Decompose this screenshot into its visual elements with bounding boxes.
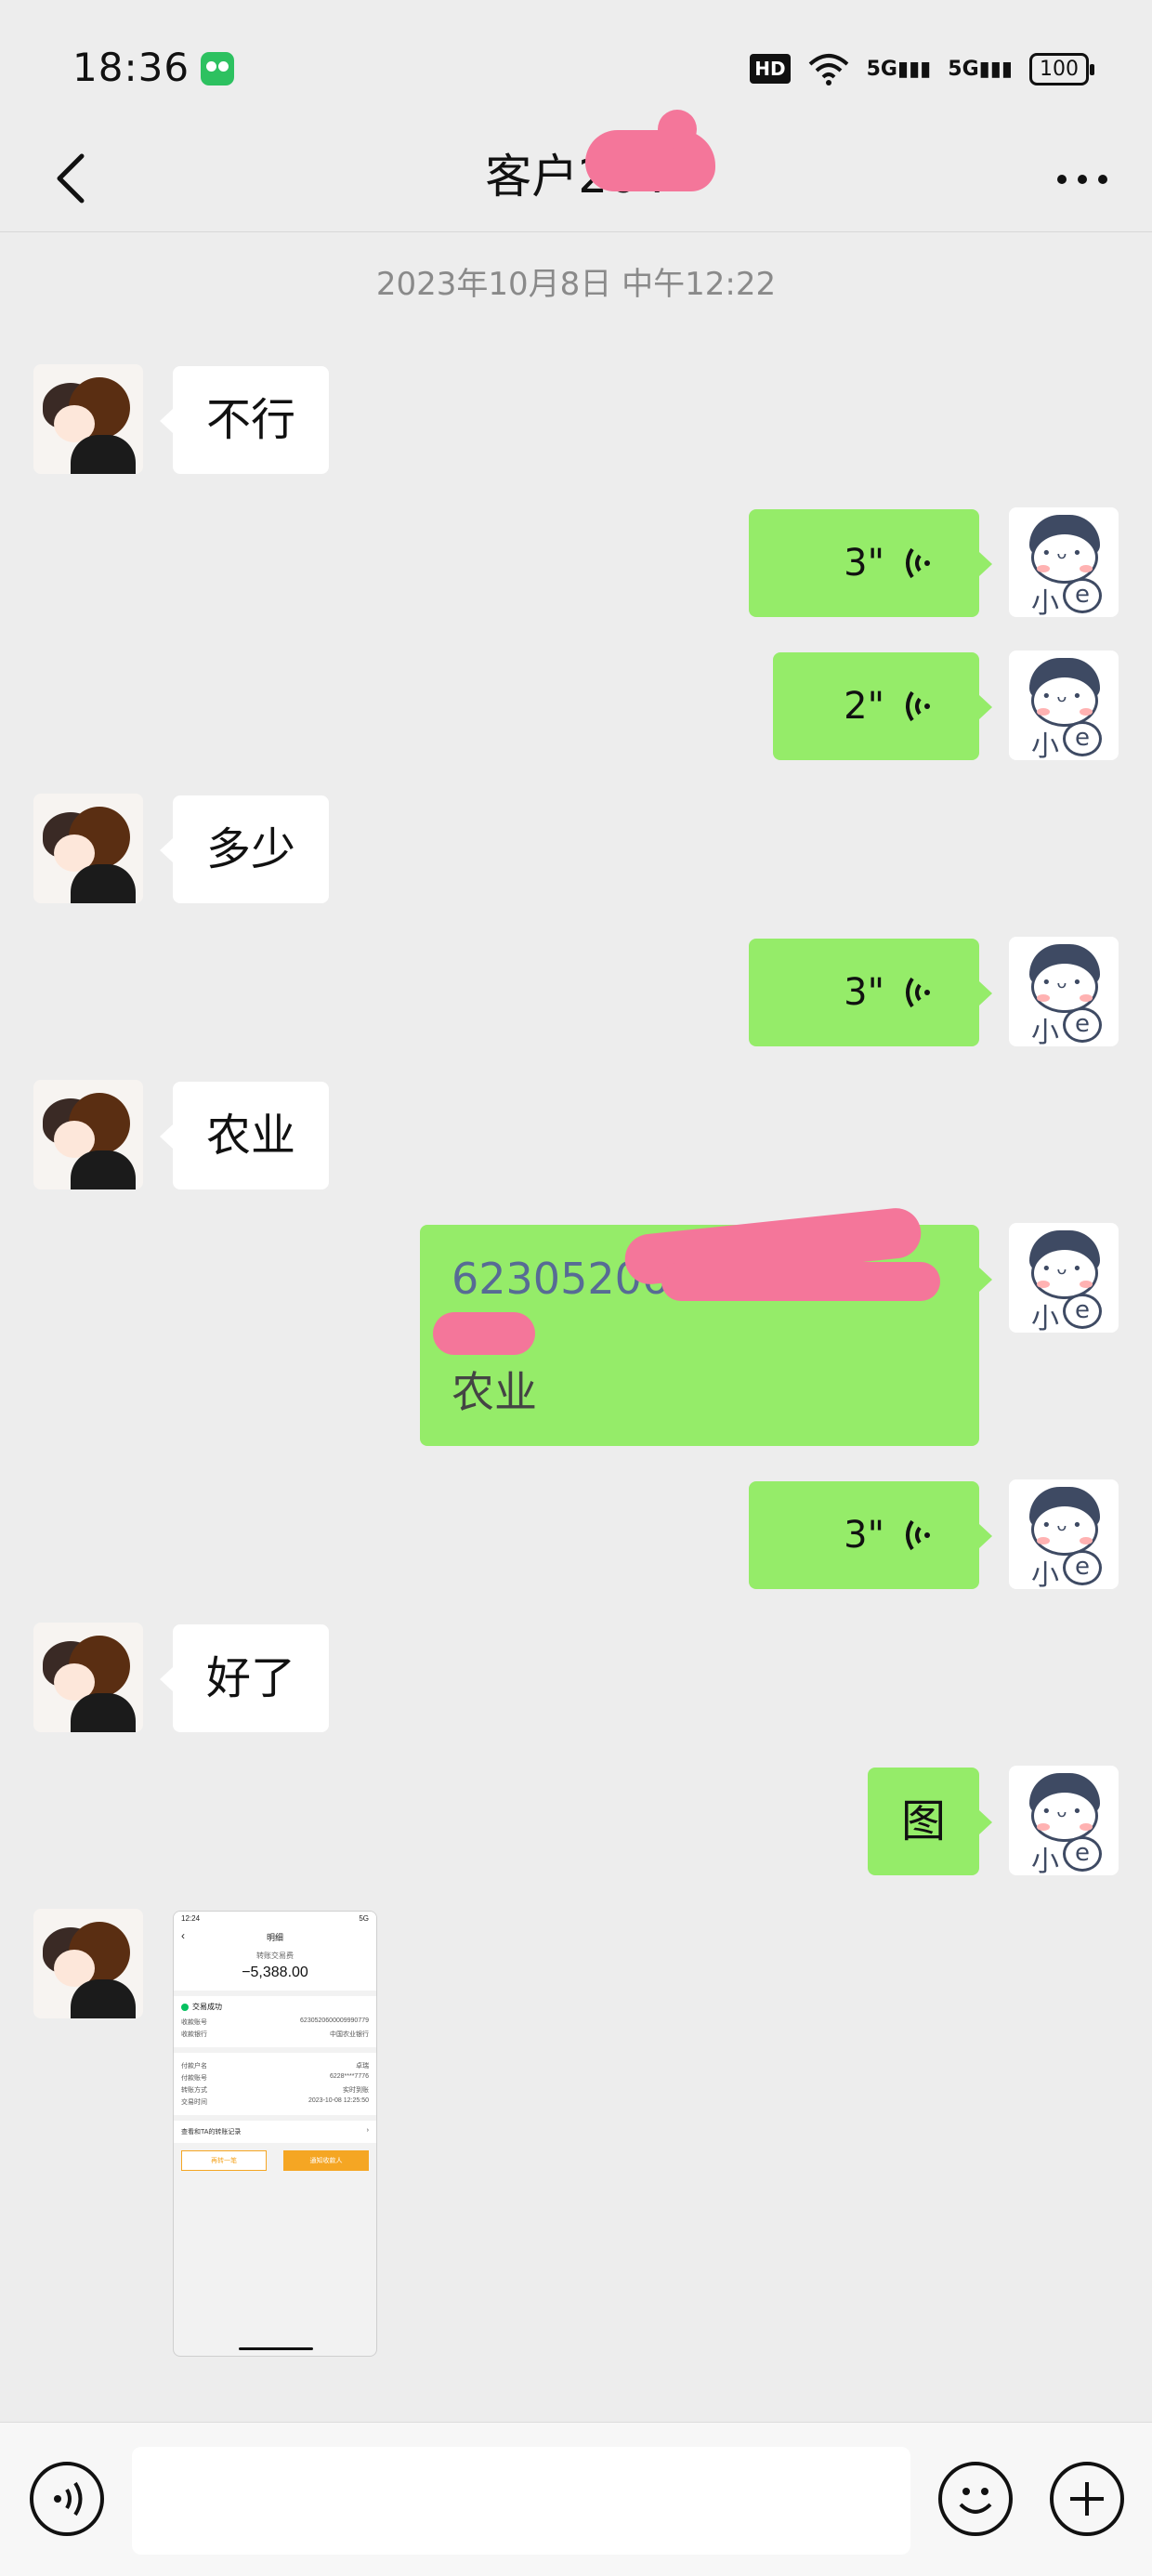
more-dots-icon[interactable] xyxy=(1050,156,1115,203)
emoji-icon xyxy=(959,2488,992,2514)
battery-icon: 100 xyxy=(1029,52,1094,85)
receipt-title: 明细 xyxy=(174,1925,376,1945)
plus-icon xyxy=(1070,2482,1104,2516)
message-bubble[interactable]: 好了 xyxy=(160,1624,329,1732)
redaction-mark xyxy=(585,110,715,191)
status-time: 18:36 xyxy=(72,45,190,90)
contact-avatar[interactable] xyxy=(33,1080,143,1189)
user-avatar[interactable]: 小e xyxy=(1009,1223,1119,1333)
contact-avatar[interactable] xyxy=(33,364,143,474)
user-avatar[interactable]: 小e xyxy=(1009,507,1119,617)
account-text: 62305206000 吴 农业 xyxy=(420,1205,979,1446)
message-bubble[interactable]: 不行 xyxy=(160,366,329,474)
emoji-button[interactable] xyxy=(938,2462,1013,2536)
voice-message[interactable]: 2" xyxy=(773,652,992,760)
message-bubble[interactable]: 多少 xyxy=(160,795,329,903)
voice-wave-icon xyxy=(906,1519,930,1551)
message-bubble[interactable]: 农业 xyxy=(160,1082,329,1189)
wechat-notification-icon xyxy=(201,52,234,85)
contact-avatar[interactable] xyxy=(33,1909,143,2018)
contact-avatar[interactable] xyxy=(33,1623,143,1732)
wifi-icon xyxy=(808,54,848,85)
contact-avatar[interactable] xyxy=(33,794,143,903)
voice-wave-icon xyxy=(906,690,930,722)
receipt-amount: −5,388.00 xyxy=(242,1965,308,1980)
voice-message[interactable]: 3" xyxy=(749,1481,992,1589)
signal-5g-icon: 5G▮▮▮ xyxy=(866,57,932,81)
voice-input-button[interactable] xyxy=(30,2462,104,2536)
user-avatar[interactable]: 小e xyxy=(1009,937,1119,1046)
user-avatar[interactable]: 小e xyxy=(1009,1766,1119,1875)
user-avatar[interactable]: 小e xyxy=(1009,1479,1119,1589)
image-message[interactable]: 12:245G 明细 转账交易费 −5,388.00 交易成功 收款账号6230… xyxy=(173,1911,377,2357)
voice-wave-icon xyxy=(906,977,930,1008)
more-options-button[interactable] xyxy=(1050,2462,1124,2536)
voice-message[interactable]: 3" xyxy=(749,509,992,617)
voice-message[interactable]: 3" xyxy=(749,939,992,1046)
chat-timestamp: 2023年10月8日 中午12:22 xyxy=(375,266,777,303)
input-bar xyxy=(0,2422,1152,2576)
chat-header: 客户264 xyxy=(0,110,1152,232)
user-avatar[interactable]: 小e xyxy=(1009,651,1119,760)
voice-wave-icon xyxy=(906,547,930,579)
redaction-mark xyxy=(433,1312,535,1355)
hd-icon: HD xyxy=(750,54,791,84)
status-bar: 18:36 HD 5G▮▮▮ 5G▮▮▮ 100 xyxy=(0,0,1152,139)
message-input[interactable] xyxy=(132,2447,910,2555)
redaction-mark xyxy=(661,1262,940,1301)
voice-input-icon xyxy=(54,2481,83,2517)
status-icons: HD 5G▮▮▮ 5G▮▮▮ 100 xyxy=(750,48,1094,89)
message-bubble[interactable]: 图 xyxy=(868,1768,992,1875)
signal-5g-2-icon: 5G▮▮▮ xyxy=(948,57,1013,81)
chat-title: 客户264 xyxy=(485,150,667,204)
